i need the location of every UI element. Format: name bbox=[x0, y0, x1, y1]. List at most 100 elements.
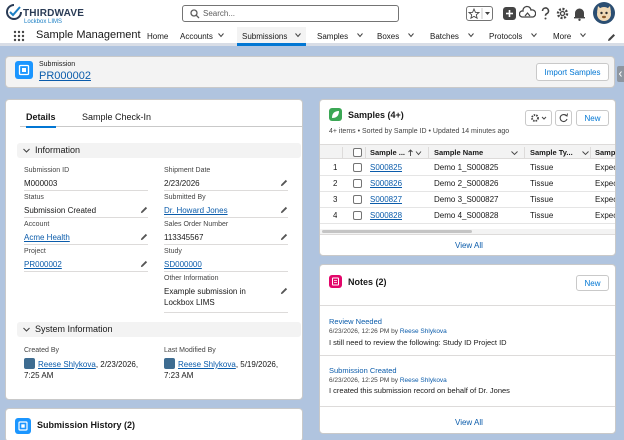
chevron-down-icon[interactable] bbox=[580, 32, 587, 38]
sort-ascending-icon[interactable] bbox=[408, 149, 422, 157]
star-icon bbox=[467, 7, 490, 20]
list-settings-button[interactable] bbox=[525, 110, 552, 126]
note-title-link[interactable]: Review Needed bbox=[329, 317, 382, 326]
field-value: M000003 bbox=[24, 179, 58, 188]
nav-item-boxes[interactable]: Boxes bbox=[377, 32, 415, 41]
row-checkbox[interactable] bbox=[353, 163, 362, 172]
note-meta: 6/23/2026, 12:26 PM by Reese Shlykova bbox=[329, 328, 447, 335]
help-button[interactable] bbox=[537, 5, 554, 22]
study-link[interactable]: SD000000 bbox=[164, 259, 288, 270]
refresh-button[interactable] bbox=[555, 110, 572, 126]
column-header-sample-type[interactable]: Sample Ty... bbox=[530, 148, 573, 157]
submission-history-title[interactable]: Submission History (2) bbox=[37, 420, 135, 430]
samples-view-all-link[interactable]: View All bbox=[455, 241, 483, 250]
chevron-down-icon[interactable] bbox=[582, 150, 589, 156]
column-header-sample-id[interactable]: Sample ... bbox=[370, 148, 405, 157]
thirdwave-logo[interactable]: THIRDWAVE Lockbox LIMS bbox=[6, 3, 84, 25]
chevron-down-icon[interactable] bbox=[468, 32, 474, 38]
column-header-sample-status[interactable]: Sampl bbox=[595, 148, 615, 157]
utility-panel-handle[interactable] bbox=[617, 66, 624, 82]
logo-subtitle: Lockbox LIMS bbox=[24, 19, 63, 25]
notes-title[interactable]: Notes (2) bbox=[348, 277, 387, 287]
tab-details[interactable]: Details bbox=[26, 112, 56, 128]
samples-object-icon bbox=[329, 108, 342, 121]
sample-id-link[interactable]: S000826 bbox=[370, 179, 402, 188]
chevron-down-icon[interactable] bbox=[408, 32, 415, 38]
information-section-toggle[interactable]: Information bbox=[17, 143, 301, 158]
nav-item-submissions[interactable]: Submissions bbox=[237, 27, 307, 46]
note-author-link[interactable]: Reese Shlykova bbox=[400, 377, 447, 384]
nav-item-accounts[interactable]: Accounts bbox=[180, 32, 224, 41]
row-checkbox[interactable] bbox=[353, 179, 362, 188]
field-label: Account bbox=[24, 221, 50, 228]
field-label: Last Modified By bbox=[164, 347, 216, 354]
global-search-input[interactable]: Search... bbox=[182, 5, 399, 22]
field-label: Project bbox=[24, 248, 46, 255]
nav-item-more[interactable]: More bbox=[553, 32, 587, 41]
nav-item-home[interactable]: Home bbox=[147, 32, 168, 41]
samples-title[interactable]: Samples (4+) bbox=[348, 110, 404, 120]
edit-pencil-icon[interactable] bbox=[140, 233, 148, 241]
notifications-button[interactable] bbox=[571, 5, 588, 22]
global-actions-button[interactable] bbox=[501, 5, 518, 22]
table-row[interactable]: 1 S000825 Demo 1_S000825 Tissue Expect bbox=[320, 160, 615, 176]
section-title: System Information bbox=[35, 324, 113, 334]
row-checkbox[interactable] bbox=[353, 195, 362, 204]
nav-item-protocols[interactable]: Protocols bbox=[489, 32, 538, 41]
column-header-sample-name[interactable]: Sample Name bbox=[434, 148, 483, 157]
table-row[interactable]: 2 S000826 Demo 2_S000826 Tissue Expect bbox=[320, 176, 615, 192]
table-row[interactable]: 3 S000827 Demo 3_S000827 Tissue Expect bbox=[320, 192, 615, 208]
scrollbar-thumb[interactable] bbox=[322, 230, 472, 233]
sample-name-cell: Demo 1_S000825 bbox=[434, 163, 499, 172]
note-author-link[interactable]: Reese Shlykova bbox=[400, 328, 447, 335]
field-value: Reese Shlykova, 2/23/2026, 7:25 AM bbox=[24, 358, 154, 381]
nav-item-batches[interactable]: Batches bbox=[430, 32, 474, 41]
setup-button[interactable] bbox=[554, 5, 571, 22]
new-note-button[interactable]: New bbox=[576, 275, 609, 291]
field-study: Study SD000000 bbox=[164, 248, 288, 272]
chevron-down-icon[interactable] bbox=[511, 150, 518, 156]
edit-pencil-icon[interactable] bbox=[280, 206, 288, 214]
submission-history-card: Submission History (2) bbox=[5, 408, 303, 440]
modified-by-link[interactable]: Reese Shlykova bbox=[178, 360, 236, 369]
chevron-down-icon[interactable] bbox=[531, 32, 538, 38]
leaf-icon bbox=[332, 111, 339, 118]
app-launcher-button[interactable] bbox=[13, 30, 25, 42]
bell-icon bbox=[574, 8, 585, 21]
search-icon bbox=[190, 9, 200, 19]
new-sample-button[interactable]: New bbox=[576, 110, 609, 126]
edit-pencil-icon[interactable] bbox=[140, 260, 148, 268]
select-all-checkbox[interactable] bbox=[353, 148, 362, 157]
edit-pencil-icon[interactable] bbox=[280, 287, 288, 295]
field-submission-id: Submission ID M000003 bbox=[24, 167, 148, 191]
created-by-link[interactable]: Reese Shlykova bbox=[38, 360, 96, 369]
sample-id-link[interactable]: S000828 bbox=[370, 211, 402, 220]
edit-nav-icon[interactable] bbox=[607, 33, 616, 42]
app-navigation-bar: Sample Management Home Accounts Submissi… bbox=[0, 27, 624, 46]
table-row[interactable]: 4 S000828 Demo 4_S000828 Tissue Expect bbox=[320, 208, 615, 224]
nav-item-samples[interactable]: Samples bbox=[317, 32, 364, 41]
note-title-link[interactable]: Submission Created bbox=[329, 366, 397, 375]
chevron-left-icon bbox=[618, 71, 622, 77]
chevron-down-icon[interactable] bbox=[295, 32, 302, 38]
row-checkbox[interactable] bbox=[353, 211, 362, 220]
account-link[interactable]: Acme Health bbox=[24, 232, 148, 243]
edit-pencil-icon[interactable] bbox=[280, 179, 288, 187]
edit-pencil-icon[interactable] bbox=[280, 233, 288, 241]
notes-view-all-link[interactable]: View All bbox=[455, 418, 483, 427]
chevron-down-icon[interactable] bbox=[357, 32, 364, 38]
sample-id-link[interactable]: S000827 bbox=[370, 195, 402, 204]
sample-name-cell: Demo 2_S000826 bbox=[434, 179, 499, 188]
trailhead-button[interactable] bbox=[519, 5, 536, 22]
edit-pencil-icon[interactable] bbox=[140, 206, 148, 214]
sample-id-link[interactable]: S000825 bbox=[370, 163, 402, 172]
chevron-down-icon[interactable] bbox=[218, 32, 224, 38]
project-link[interactable]: PR000002 bbox=[24, 259, 148, 270]
import-samples-button[interactable]: Import Samples bbox=[536, 63, 609, 81]
system-information-section-toggle[interactable]: System Information bbox=[17, 322, 301, 337]
nav-item-label: Batches bbox=[430, 32, 459, 41]
user-avatar[interactable] bbox=[593, 2, 615, 24]
tab-sample-check-in[interactable]: Sample Check-In bbox=[82, 112, 151, 122]
submitted-by-link[interactable]: Dr. Howard Jones bbox=[164, 205, 288, 216]
favorites-button[interactable] bbox=[466, 6, 493, 21]
